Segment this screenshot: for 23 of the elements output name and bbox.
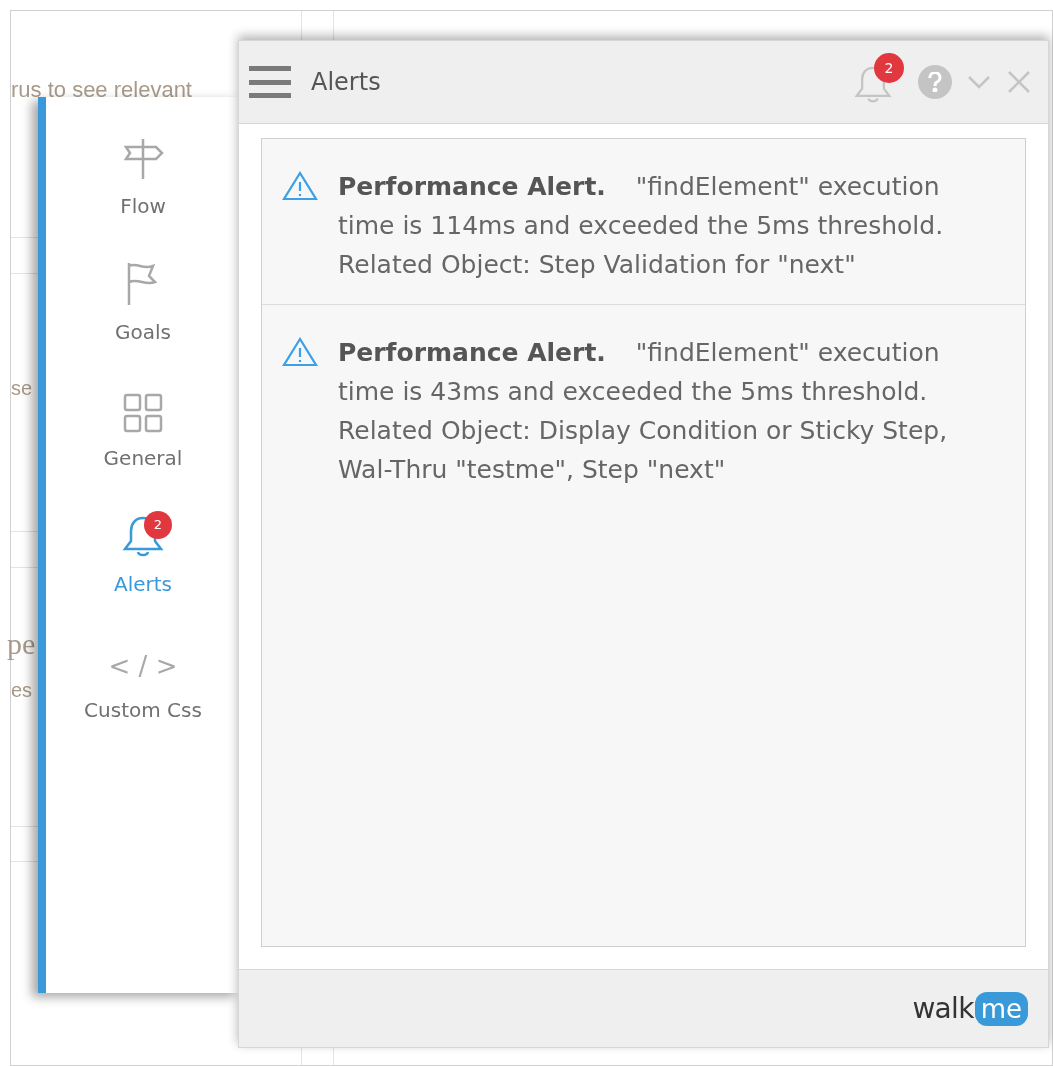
- sidebar-item[interactable]: General: [68, 385, 218, 473]
- notification-badge: 2: [144, 511, 172, 539]
- page-text: rus to see relevant: [11, 76, 192, 104]
- warning-icon: [282, 337, 318, 367]
- notifications-button[interactable]: 2: [854, 53, 904, 105]
- sidebar-item[interactable]: Goals: [68, 259, 218, 347]
- sidebar-item[interactable]: Flow: [68, 133, 218, 221]
- close-icon[interactable]: [1006, 69, 1032, 95]
- alert-message: Performance Alert. "findElement" execution time is 114ms and exceeded the 5ms threshold. Related Object: Step Validation for "next": [338, 171, 945, 281]
- warning-icon: [282, 171, 318, 201]
- page-text: se: [11, 376, 33, 401]
- sidebar-item[interactable]: < / > Custom Css: [68, 637, 218, 725]
- sidebar-item[interactable]: 2 Alerts: [68, 511, 218, 599]
- alert-message: Performance Alert. "findElement" execution time is 43ms and exceeded the 5ms threshold. Related Object: Display Condition or Sticky Step, Wal-Thru "testme", Step "next": [338, 337, 949, 486]
- grid-icon: [123, 393, 163, 433]
- walkme-logo: walk me: [912, 991, 1028, 1026]
- code-icon: < / >: [108, 653, 178, 685]
- notification-badge: 2: [874, 53, 904, 83]
- page-heading: pe: [7, 629, 36, 659]
- page-text: es: [11, 678, 33, 703]
- menu-icon[interactable]: [249, 66, 291, 98]
- window-title: Alerts: [311, 67, 381, 98]
- help-icon[interactable]: [918, 65, 952, 99]
